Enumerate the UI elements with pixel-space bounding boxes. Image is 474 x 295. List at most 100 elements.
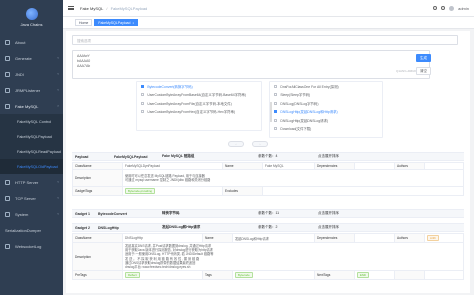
table-key: ClassName <box>72 162 123 170</box>
sort-toggle[interactable]: 点击展开排序 <box>318 211 339 216</box>
search-input[interactable]: 搜索选项 <box>72 35 458 45</box>
move-left-button[interactable]: ‹ <box>228 141 244 147</box>
sidebar-item-tcp-server[interactable]: TCP Server ˅ <box>0 190 63 206</box>
checkbox[interactable] <box>141 101 145 105</box>
table-value: 发起DNSLog和Http请求 <box>232 233 315 243</box>
param-count: 参数个数：4 <box>258 154 278 158</box>
table-value: Bytecode-providing <box>122 186 223 196</box>
list-item[interactable]: Sleep(Sleep字节码) <box>270 91 382 100</box>
sidebar: Java Chains About Generate ˅ JNDI ˅ JRMP… <box>0 0 63 295</box>
table-value <box>354 233 395 243</box>
sidebar-subitem-fakemysqlpayload[interactable]: FakeMySQLPayload <box>0 129 63 144</box>
log-icon <box>5 243 10 249</box>
checkbox[interactable] <box>141 84 145 88</box>
table-key: Name <box>202 233 233 243</box>
sidebar-subitem-fakemysqloldpayload[interactable]: FakeMySQLOldPayload <box>0 159 63 174</box>
sidebar-item-generate[interactable]: Generate ˅ <box>0 50 63 66</box>
sidebar-subitem-fakemysqlreadpayload[interactable]: FakeMySQLReadPayload <box>0 144 63 159</box>
gadget1-section-header[interactable]: Gadget 1 BytecodeConvert 转换字节码 参数个数：11 点… <box>72 209 464 218</box>
payload-output-textarea[interactable]: AAAfwY bAAAA0 AAA7Ab <box>72 50 430 79</box>
table-value <box>424 270 464 281</box>
checkbox[interactable] <box>274 93 278 97</box>
checkbox[interactable] <box>274 127 278 131</box>
list-item[interactable]: UserCustomByteArrayFromHex(自定义字节码-Hex字符串… <box>137 108 261 117</box>
list-item[interactable]: DNSLog(DNSLog字节码) <box>270 99 382 108</box>
breadcrumb-separator: / <box>106 5 108 11</box>
fullscreen-icon[interactable] <box>441 6 446 10</box>
nexttag-badge: END <box>357 272 369 279</box>
sidebar-item-fake-mysql[interactable]: Fake MySQL ˄ <box>0 98 63 114</box>
sidebar-item-http-server[interactable]: HTTP Server ˅ <box>0 174 63 190</box>
checkbox[interactable] <box>141 110 145 114</box>
table-key <box>394 270 425 281</box>
table-row: PreTags Reflect Tags Bytecode NextTags E… <box>72 270 464 281</box>
network-icon <box>5 195 10 201</box>
section-title: 发起DNSLog和Http请求 <box>162 225 201 229</box>
avatar[interactable] <box>449 5 455 11</box>
username[interactable]: admin <box>458 6 469 11</box>
list-item[interactable]: UserCustomByteArrayFromFile(自定义字节码-本地文件) <box>137 99 261 108</box>
sidebar-subitem-label: FakeMySQL Control <box>17 119 52 124</box>
checkbox[interactable] <box>274 118 278 122</box>
sidebar-item-serializationdumper[interactable]: SerializationDumper <box>0 222 63 238</box>
table-key: Excludes <box>222 186 263 196</box>
tag-label: FakeMySQLPayload <box>98 20 131 25</box>
tag-home[interactable]: Home <box>75 19 93 26</box>
checkbox[interactable] <box>274 101 278 105</box>
list-item[interactable]: DnsForAllClassOne For All Entry(探测) <box>270 82 382 91</box>
list-item[interactable]: Download(文件下载) <box>270 125 382 134</box>
breadcrumb-root[interactable]: Fake MySQL <box>80 6 103 11</box>
table-key: Dependencies <box>314 233 355 243</box>
menu-toggle-icon[interactable] <box>68 6 74 10</box>
table-value: 使用时可以任意发送 MySQL链路 Payload, 用于与连接器 可通过 my… <box>122 169 464 187</box>
app-logo[interactable]: Java Chains <box>0 0 63 34</box>
checkbox[interactable] <box>274 110 278 114</box>
info-icon <box>5 39 10 45</box>
table-value: DNSLogHttp <box>122 233 203 243</box>
breadcrumb: Fake MySQL / FakeMySQLPayload <box>80 6 147 11</box>
tag-fakemysqlpayload[interactable]: FakeMySQLPayload × <box>94 19 139 26</box>
sidebar-item-jndi[interactable]: JNDI ˅ <box>0 66 63 82</box>
table-row: Description 使用时可以任意发送 MySQL链路 Payload, 用… <box>72 169 464 187</box>
list-item[interactable]: BytecodeConvert(转换字节码) <box>137 82 261 91</box>
close-icon[interactable]: × <box>132 21 134 25</box>
bytecode-list-left: BytecodeConvert(转换字节码) UserCustomByteArr… <box>136 81 262 131</box>
sidebar-item-label: Generate <box>15 55 32 61</box>
sidebar-item-label: WebsocketLog <box>15 243 42 249</box>
sidebar-subitem-fakemysql-control[interactable]: FakeMySQL Control <box>0 114 63 129</box>
topbar: Fake MySQL / FakeMySQLPayload admin <box>63 0 474 17</box>
sort-toggle[interactable]: 点击展开排序 <box>318 225 339 230</box>
gadget2-section-header[interactable]: Gadget 2 DNSLogHttp 发起DNSLog和Http请求 参数个数… <box>72 223 464 232</box>
description-line: 可通过 mysql username 控制之 JNDI/jdbc 链路和关闭分链… <box>125 178 211 182</box>
sidebar-item-label: HTTP Server <box>15 179 39 185</box>
sidebar-item-label: TCP Server <box>15 195 36 201</box>
sidebar-item-websocketlog[interactable]: WebsocketLog <box>0 238 63 254</box>
generate-button[interactable]: 生成 <box>416 54 431 62</box>
payload-section-header[interactable]: Payload FakeMySQLPayload Fake MySQL 链路组 … <box>72 152 464 161</box>
sidebar-item-jrmplistener[interactable]: JRMPListener ˅ <box>0 82 63 98</box>
topbar-actions: admin <box>433 5 469 11</box>
chevron-down-icon: ˅ <box>57 56 59 60</box>
list-item[interactable]: DNSLogHttp(发起DNSLog和Http请求) <box>270 108 382 117</box>
table-key: PreTags <box>72 270 123 281</box>
section-name: BytecodeConvert <box>98 211 127 216</box>
checkbox[interactable] <box>141 93 145 97</box>
sort-toggle[interactable]: 点击展开排序 <box>318 154 339 159</box>
table-value: Reflect <box>122 270 203 281</box>
section-label: Gadget 2 <box>75 225 90 230</box>
sidebar-item-system[interactable]: System ˅ <box>0 206 63 222</box>
table-value <box>262 186 464 196</box>
move-right-button[interactable]: › <box>252 141 268 147</box>
clear-button[interactable]: 清空 <box>416 67 431 75</box>
table-value <box>354 162 395 170</box>
list-item[interactable]: DNSLogHttp(发起DNSLog请求) <box>270 116 382 125</box>
list-item[interactable]: UserCustomByteArrayFromBase64(自定义字节码-Bas… <box>137 91 261 100</box>
table-value: Bytecode <box>232 270 315 281</box>
search-icon[interactable] <box>433 6 438 10</box>
tag-badge: Bytecode <box>235 272 253 279</box>
checkbox[interactable] <box>274 84 278 88</box>
section-name: DNSLogHttp <box>98 225 119 230</box>
scrollbar[interactable] <box>270 102 272 122</box>
sidebar-item-about[interactable]: About <box>0 34 63 50</box>
description-line: dnslog平台: www.feedsec.tech/dnslog.eyes.s… <box>125 265 191 270</box>
